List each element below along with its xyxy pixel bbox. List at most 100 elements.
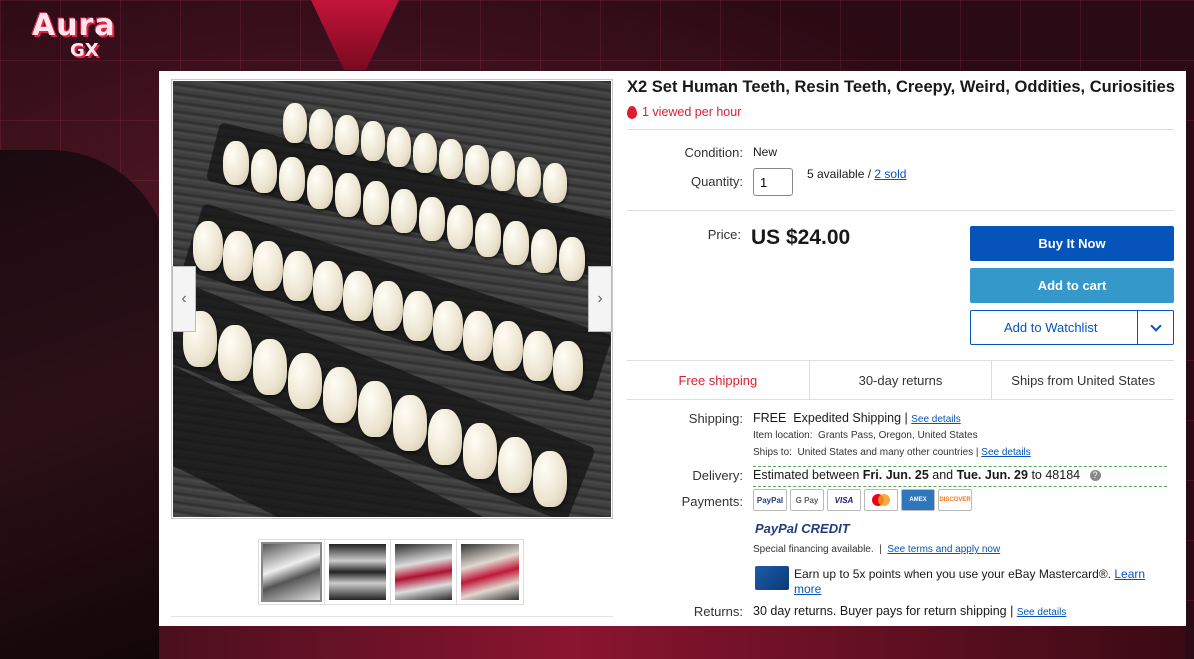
tooth bbox=[559, 237, 585, 281]
next-image-button[interactable]: › bbox=[588, 266, 612, 332]
delivery-border-bottom bbox=[753, 486, 1167, 487]
ebay-mastercard-icon bbox=[755, 566, 789, 590]
tooth bbox=[343, 271, 373, 321]
thumbnail-3[interactable] bbox=[391, 540, 457, 604]
returns-value: 30 day returns. Buyer pays for return sh… bbox=[753, 604, 1066, 618]
condition-value: New bbox=[753, 145, 778, 159]
aura-gx-logo: Aura GX bbox=[26, 8, 148, 66]
tooth bbox=[253, 339, 287, 395]
tooth bbox=[463, 311, 493, 361]
add-to-watchlist-button[interactable]: Add to Watchlist bbox=[970, 310, 1174, 345]
main-product-photo[interactable] bbox=[173, 81, 611, 517]
amex-icon: AMEX bbox=[901, 489, 935, 511]
tooth bbox=[358, 381, 392, 437]
delivery-date-end: Tue. Jun. 29 bbox=[956, 468, 1028, 482]
paypal-icon: PayPal bbox=[753, 489, 787, 511]
chevron-left-icon: ‹ bbox=[181, 290, 187, 307]
tooth bbox=[475, 213, 501, 257]
delivery-prefix: Estimated between bbox=[753, 468, 860, 482]
delivery-date-start: Fri. Jun. 25 bbox=[862, 468, 929, 482]
google-pay-icon: G Pay bbox=[790, 489, 824, 511]
tooth bbox=[309, 109, 333, 149]
tooth bbox=[218, 325, 252, 381]
location-value: Grants Pass, Oregon, United States bbox=[818, 430, 978, 441]
gallery-divider bbox=[171, 616, 613, 617]
tooth bbox=[223, 141, 249, 185]
tooth bbox=[533, 451, 567, 507]
shipping-label: Shipping: bbox=[688, 411, 743, 426]
thumbnail-4[interactable] bbox=[457, 540, 523, 604]
tooth bbox=[323, 367, 357, 423]
wallpaper-right-strip bbox=[1186, 130, 1194, 350]
tooth bbox=[403, 291, 433, 341]
chevron-down-icon bbox=[1149, 319, 1162, 332]
divider bbox=[627, 210, 1174, 211]
financing-link[interactable]: See terms and apply now bbox=[887, 544, 1000, 555]
tooth bbox=[491, 151, 515, 191]
tooth bbox=[251, 149, 277, 193]
tab-returns[interactable]: 30-day returns bbox=[810, 361, 993, 399]
tooth bbox=[223, 231, 253, 281]
wallpaper-character-hair bbox=[0, 150, 170, 659]
tooth bbox=[498, 437, 532, 493]
tooth bbox=[307, 165, 333, 209]
thumbnail-1[interactable] bbox=[259, 540, 325, 604]
special-financing: Special financing available. | See terms… bbox=[753, 544, 1001, 555]
ships-to-label: Ships to: bbox=[753, 447, 792, 458]
delivery-label: Delivery: bbox=[692, 468, 743, 483]
availability: 5 available / 2 sold bbox=[807, 167, 906, 181]
returns-label: Returns: bbox=[693, 604, 743, 619]
fire-icon bbox=[627, 105, 637, 119]
thumbnail-strip bbox=[258, 539, 524, 605]
tooth bbox=[363, 181, 389, 225]
shipping-free: FREE bbox=[753, 411, 787, 425]
paypal-credit-text: PayPal CREDIT bbox=[755, 521, 850, 536]
previous-image-button[interactable]: ‹ bbox=[172, 266, 196, 332]
tooth bbox=[288, 353, 322, 409]
shipping-method: Expedited Shipping | bbox=[793, 411, 908, 425]
price-value: US $24.00 bbox=[751, 226, 851, 249]
tooth bbox=[531, 229, 557, 273]
logo-subtext: GX bbox=[70, 40, 99, 61]
returns-details-link[interactable]: See details bbox=[1017, 607, 1066, 618]
tab-free-shipping[interactable]: Free shipping bbox=[627, 361, 810, 399]
hot-indicator: 1 viewed per hour bbox=[627, 105, 741, 119]
tooth bbox=[283, 251, 313, 301]
delivery-and: and bbox=[932, 468, 954, 482]
thumbnail-2[interactable] bbox=[325, 540, 391, 604]
tooth bbox=[543, 163, 567, 203]
tooth bbox=[193, 221, 223, 271]
mastercard-icon bbox=[864, 489, 898, 511]
watchlist-label: Add to Watchlist bbox=[1004, 320, 1098, 335]
sold-link[interactable]: 2 sold bbox=[874, 167, 906, 181]
discover-icon: DISCOVER bbox=[938, 489, 972, 511]
tooth bbox=[279, 157, 305, 201]
tooth bbox=[335, 115, 359, 155]
chevron-right-icon: › bbox=[597, 290, 603, 307]
tooth bbox=[517, 157, 541, 197]
delivery-border-top bbox=[753, 466, 1167, 467]
mastercard-promo: Earn up to 5x points when you use your e… bbox=[794, 567, 1174, 597]
watchlist-dropdown[interactable] bbox=[1137, 311, 1173, 344]
tab-ships-from[interactable]: Ships from United States bbox=[992, 361, 1174, 399]
mastercard-promo-text: Earn up to 5x points when you use your e… bbox=[794, 567, 1112, 581]
tooth bbox=[419, 197, 445, 241]
logo-text: Aura bbox=[32, 8, 116, 43]
tooth bbox=[553, 341, 583, 391]
divider bbox=[627, 129, 1174, 130]
tooth bbox=[361, 121, 385, 161]
tooth bbox=[463, 423, 497, 479]
tooth bbox=[447, 205, 473, 249]
shipping-details-link[interactable]: See details bbox=[911, 414, 960, 425]
paypal-credit-logo: PayPal CREDIT bbox=[755, 521, 850, 536]
help-icon[interactable]: ? bbox=[1089, 470, 1101, 482]
item-location: Item location: Grants Pass, Oregon, Unit… bbox=[753, 430, 978, 441]
payments-label: Payments: bbox=[681, 494, 743, 509]
ships-to-details-link[interactable]: See details bbox=[981, 447, 1030, 458]
tooth bbox=[465, 145, 489, 185]
tooth bbox=[387, 127, 411, 167]
quantity-input[interactable] bbox=[753, 168, 793, 196]
tooth bbox=[313, 261, 343, 311]
buy-it-now-button[interactable]: Buy It Now bbox=[970, 226, 1174, 261]
add-to-cart-button[interactable]: Add to cart bbox=[970, 268, 1174, 303]
